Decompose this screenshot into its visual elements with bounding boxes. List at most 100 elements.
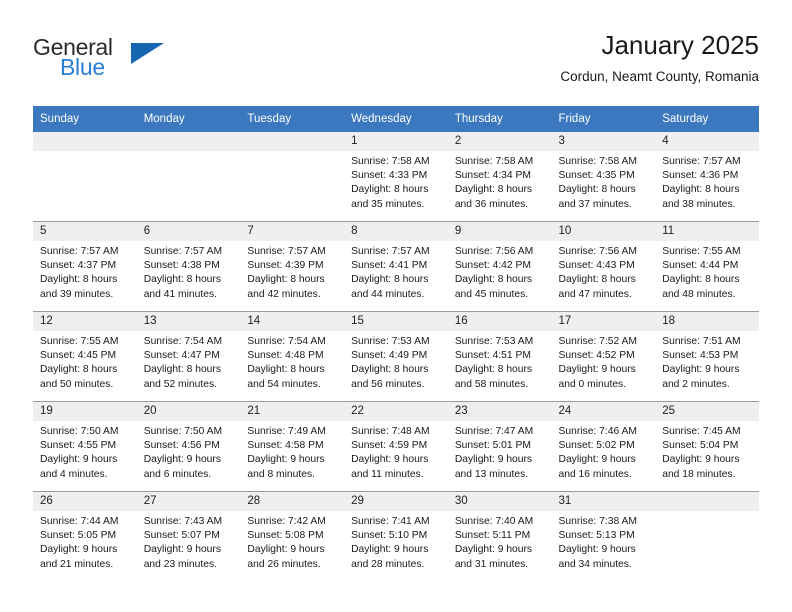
daylight-text-line1: Daylight: 9 hours xyxy=(558,544,636,556)
title-block: January 2025 Cordun, Neamt County, Roman… xyxy=(560,28,759,87)
calendar-day-cell[interactable]: 7 Sunrise: 7:57 AM Sunset: 4:39 PM Daylight… xyxy=(240,221,345,312)
day-number xyxy=(136,132,241,151)
daylight-text-line2: and 37 minutes. xyxy=(558,198,632,210)
day-number: 6 xyxy=(136,222,241,241)
daylight-text-line2: and 31 minutes. xyxy=(454,558,529,570)
sunrise-text: Sunrise: 7:38 AM xyxy=(558,516,637,527)
daylight-text-line1: Daylight: 8 hours xyxy=(40,364,118,376)
calendar-day-cell[interactable]: 12 Sunrise: 7:55 AM Sunset: 4:45 PM Dayligh… xyxy=(33,311,137,402)
day-number: 3 xyxy=(551,132,656,151)
calendar-day-cell[interactable]: 22 Sunrise: 7:48 AM Sunset: 4:59 PM Dayligh… xyxy=(344,401,448,492)
day-info: Sunrise: 7:51 AM Sunset: 4:53 PM Daylight:… xyxy=(655,331,759,392)
daylight-text-line1: Daylight: 8 hours xyxy=(662,274,740,286)
daylight-text-line2: and 28 minutes. xyxy=(351,558,425,570)
page-header: General Blue January 2025 Cordun, Neamt … xyxy=(33,28,759,100)
daylight-text-line1: Daylight: 9 hours xyxy=(454,454,533,466)
calendar-day-cell[interactable]: 8 Sunrise: 7:57 AM Sunset: 4:41 PM Daylight… xyxy=(344,221,448,312)
daylight-text-line1: Daylight: 9 hours xyxy=(351,544,429,556)
sunset-text: Sunset: 4:48 PM xyxy=(247,350,324,362)
calendar-day-cell[interactable]: 17 Sunrise: 7:52 AM Sunset: 4:52 PM Dayligh… xyxy=(551,311,656,402)
calendar-day-cell[interactable]: 6 Sunrise: 7:57 AM Sunset: 4:38 PM Daylight… xyxy=(136,221,241,312)
calendar-day-cell[interactable]: 14 Sunrise: 7:54 AM Sunset: 4:48 PM Dayligh… xyxy=(240,311,345,402)
calendar-day-cell[interactable]: 5 Sunrise: 7:57 AM Sunset: 4:37 PM Daylight… xyxy=(33,221,137,312)
daylight-text-line2: and 41 minutes. xyxy=(143,288,217,300)
sunset-text: Sunset: 5:01 PM xyxy=(454,440,531,452)
calendar-day-cell[interactable]: 24 Sunrise: 7:46 AM Sunset: 5:02 PM Dayligh… xyxy=(551,401,656,492)
calendar-day-cell[interactable]: 11 Sunrise: 7:55 AM Sunset: 4:44 PM Dayligh… xyxy=(655,221,759,312)
daylight-text-line1: Daylight: 8 hours xyxy=(143,364,221,376)
sunset-text: Sunset: 5:10 PM xyxy=(351,530,428,542)
daylight-text-line1: Daylight: 8 hours xyxy=(143,274,221,286)
calendar-day-cell[interactable]: 25 Sunrise: 7:45 AM Sunset: 5:04 PM Dayligh… xyxy=(655,401,759,492)
calendar-day-cell[interactable]: 1 Sunrise: 7:58 AM Sunset: 4:33 PM Daylight… xyxy=(344,132,448,222)
day-number: 16 xyxy=(447,312,552,331)
daylight-text-line1: Daylight: 9 hours xyxy=(247,454,325,466)
sunrise-text: Sunrise: 7:58 AM xyxy=(558,156,637,167)
day-number: 2 xyxy=(447,132,552,151)
day-number: 19 xyxy=(33,402,137,421)
calendar-week-row: 5 Sunrise: 7:57 AM Sunset: 4:37 PM Daylight… xyxy=(33,221,759,312)
calendar-day-cell[interactable]: 29 Sunrise: 7:41 AM Sunset: 5:10 PM Dayligh… xyxy=(344,491,448,581)
daylight-text-line1: Daylight: 9 hours xyxy=(558,364,636,376)
calendar-day-cell[interactable]: 28 Sunrise: 7:42 AM Sunset: 5:08 PM Dayligh… xyxy=(240,491,345,581)
calendar-day-cell[interactable]: 27 Sunrise: 7:43 AM Sunset: 5:07 PM Dayligh… xyxy=(136,491,241,581)
location-subtitle: Cordun, Neamt County, Romania xyxy=(560,69,759,84)
daylight-text-line2: and 38 minutes. xyxy=(662,198,736,210)
sunset-text: Sunset: 4:36 PM xyxy=(662,170,739,182)
sunrise-text: Sunrise: 7:43 AM xyxy=(143,516,223,527)
calendar-day-cell[interactable]: 16 Sunrise: 7:53 AM Sunset: 4:51 PM Dayligh… xyxy=(447,311,552,402)
calendar-day-cell[interactable]: 18 Sunrise: 7:51 AM Sunset: 4:53 PM Dayligh… xyxy=(655,311,759,402)
day-info: Sunrise: 7:43 AM Sunset: 5:07 PM Daylight:… xyxy=(137,511,241,572)
daylight-text-line1: Daylight: 8 hours xyxy=(247,364,325,376)
daylight-text-line2: and 34 minutes. xyxy=(558,558,632,570)
general-blue-logo[interactable]: General Blue xyxy=(33,36,213,88)
day-number xyxy=(33,132,137,151)
page-title: January 2025 xyxy=(601,30,759,60)
calendar-day-cell[interactable]: 21 Sunrise: 7:49 AM Sunset: 4:58 PM Dayligh… xyxy=(240,401,345,492)
calendar-day-cell[interactable]: 26 Sunrise: 7:44 AM Sunset: 5:05 PM Dayligh… xyxy=(33,491,137,581)
daylight-text-line1: Daylight: 9 hours xyxy=(247,544,325,556)
sunrise-text: Sunrise: 7:41 AM xyxy=(351,516,430,527)
calendar-day-cell[interactable]: 13 Sunrise: 7:54 AM Sunset: 4:47 PM Dayligh… xyxy=(136,311,241,402)
calendar-day-cell[interactable]: 31 Sunrise: 7:38 AM Sunset: 5:13 PM Dayligh… xyxy=(551,491,656,581)
calendar-day-cell[interactable]: 19 Sunrise: 7:50 AM Sunset: 4:55 PM Dayligh… xyxy=(33,401,137,492)
daylight-text-line1: Daylight: 8 hours xyxy=(454,364,533,376)
day-info: Sunrise: 7:50 AM Sunset: 4:55 PM Daylight:… xyxy=(33,421,137,482)
day-info: Sunrise: 7:57 AM Sunset: 4:36 PM Daylight:… xyxy=(655,151,759,212)
day-info: Sunrise: 7:55 AM Sunset: 4:44 PM Daylight:… xyxy=(655,241,759,302)
weekday-header-sunday: Sunday xyxy=(33,106,137,132)
day-number: 13 xyxy=(136,312,241,331)
calendar-day-cell[interactable]: 23 Sunrise: 7:47 AM Sunset: 5:01 PM Dayligh… xyxy=(447,401,552,492)
sunset-text: Sunset: 4:53 PM xyxy=(662,350,739,362)
day-info: Sunrise: 7:38 AM Sunset: 5:13 PM Daylight:… xyxy=(552,511,656,572)
calendar-week-row: 12 Sunrise: 7:55 AM Sunset: 4:45 PM Dayligh… xyxy=(33,311,759,402)
day-info: Sunrise: 7:49 AM Sunset: 4:58 PM Daylight:… xyxy=(240,421,344,482)
daylight-text-line2: and 52 minutes. xyxy=(143,378,217,390)
daylight-text-line1: Daylight: 8 hours xyxy=(454,274,533,286)
sunrise-text: Sunrise: 7:57 AM xyxy=(662,156,741,167)
day-info: Sunrise: 7:46 AM Sunset: 5:02 PM Daylight:… xyxy=(552,421,656,482)
daylight-text-line2: and 26 minutes. xyxy=(247,558,321,570)
calendar-day-cell[interactable]: 9 Sunrise: 7:56 AM Sunset: 4:42 PM Daylight… xyxy=(447,221,552,312)
calendar-day-cell[interactable]: 4 Sunrise: 7:57 AM Sunset: 4:36 PM Daylight… xyxy=(655,132,759,222)
calendar-body: 1 Sunrise: 7:58 AM Sunset: 4:33 PM Daylight… xyxy=(33,132,759,581)
calendar-day-cell[interactable]: 3 Sunrise: 7:58 AM Sunset: 4:35 PM Daylight… xyxy=(551,132,656,222)
calendar-day-cell[interactable]: 30 Sunrise: 7:40 AM Sunset: 5:11 PM Dayligh… xyxy=(447,491,552,581)
calendar-day-cell[interactable]: 10 Sunrise: 7:56 AM Sunset: 4:43 PM Dayligh… xyxy=(551,221,656,312)
sunset-text: Sunset: 4:59 PM xyxy=(351,440,428,452)
day-info: Sunrise: 7:54 AM Sunset: 4:48 PM Daylight:… xyxy=(240,331,344,392)
daylight-text-line1: Daylight: 8 hours xyxy=(558,274,636,286)
calendar-day-cell[interactable]: 2 Sunrise: 7:58 AM Sunset: 4:34 PM Daylight… xyxy=(447,132,552,222)
day-number: 18 xyxy=(655,312,759,331)
day-info: Sunrise: 7:56 AM Sunset: 4:42 PM Daylight:… xyxy=(448,241,552,302)
daylight-text-line2: and 35 minutes. xyxy=(351,198,425,210)
sunrise-text: Sunrise: 7:58 AM xyxy=(454,156,534,167)
sunset-text: Sunset: 5:11 PM xyxy=(454,530,531,542)
daylight-text-line1: Daylight: 8 hours xyxy=(40,274,118,286)
daylight-text-line1: Daylight: 9 hours xyxy=(662,364,740,376)
sunrise-text: Sunrise: 7:42 AM xyxy=(247,516,326,527)
weekday-header-thursday: Thursday xyxy=(447,106,552,132)
calendar-week-row: 1 Sunrise: 7:58 AM Sunset: 4:33 PM Daylight… xyxy=(33,132,759,222)
calendar-day-cell[interactable]: 15 Sunrise: 7:53 AM Sunset: 4:49 PM Dayligh… xyxy=(344,311,448,402)
calendar-day-cell[interactable]: 20 Sunrise: 7:50 AM Sunset: 4:56 PM Dayligh… xyxy=(136,401,241,492)
